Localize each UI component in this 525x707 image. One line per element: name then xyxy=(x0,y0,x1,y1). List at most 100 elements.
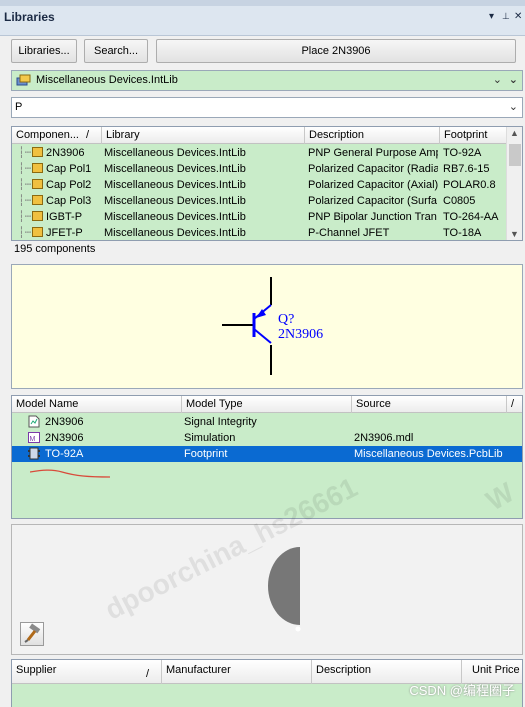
transistor-symbol: Q? 2N3906 xyxy=(222,277,323,375)
component-row[interactable]: ┆┄ Cap Pol2 Miscellaneous Devices.IntLib Po… xyxy=(12,177,522,193)
csdn-watermark: CSDN @编程圈子 xyxy=(409,683,515,698)
scroll-thumb[interactable] xyxy=(509,144,521,166)
pin-icon[interactable]: ⊥ xyxy=(502,11,510,22)
component-icon xyxy=(32,225,46,240)
component-footprint: TO-92A xyxy=(443,147,482,159)
component-row[interactable]: ┆┄ Cap Pol3 Miscellaneous Devices.IntLib Po… xyxy=(12,193,522,209)
component-icon xyxy=(32,161,46,177)
component-name: Cap Pol1 xyxy=(46,163,92,175)
col-sort-icon-supplier[interactable]: / xyxy=(142,660,162,684)
col-model-name[interactable]: Model Name xyxy=(12,396,182,413)
col-source[interactable]: Source xyxy=(352,396,507,413)
component-row[interactable]: ┆┄ IGBT-P Miscellaneous Devices.IntLib PNP … xyxy=(12,209,522,225)
component-footprint: TO-264-AA xyxy=(443,211,499,223)
models-grid[interactable]: Model Name Model Type Source / 2N3906 Sig… xyxy=(11,395,523,519)
panel-title: Libraries xyxy=(4,10,55,24)
model-row[interactable]: M 2N3906 Simulation 2N3906.mdl xyxy=(12,430,522,446)
hammer-icon xyxy=(24,623,41,643)
component-library: Miscellaneous Devices.IntLib xyxy=(104,195,246,207)
filter-value: P xyxy=(15,101,23,113)
component-name: JFET-P xyxy=(46,227,83,239)
libraries-button[interactable]: Libraries... xyxy=(11,39,77,63)
comment-label: 2N3906 xyxy=(278,327,323,342)
component-description: Polarized Capacitor (Axial) xyxy=(308,179,438,191)
model-name: 2N3906 xyxy=(45,416,84,428)
tree-line: ┆┄ xyxy=(18,179,32,191)
col-sort-icon-models[interactable]: / xyxy=(507,396,522,413)
close-icon[interactable]: ✕ xyxy=(514,11,522,22)
model-name: 2N3906 xyxy=(45,432,84,444)
component-icon xyxy=(32,177,46,193)
library-selector[interactable]: Miscellaneous Devices.IntLib ⌄ ⌄ xyxy=(11,70,523,91)
filter-dropdown-icon[interactable]: ⌄ xyxy=(509,100,518,113)
model-type: Signal Integrity xyxy=(184,416,257,428)
component-footprint: RB7.6-15 xyxy=(443,163,490,175)
component-library: Miscellaneous Devices.IntLib xyxy=(104,227,246,239)
tree-line: ┆┄ xyxy=(18,211,32,223)
library-icon xyxy=(16,74,32,89)
model-row[interactable]: TO-92A Footprint Miscellaneous Devices.Pcb… xyxy=(12,446,522,462)
tree-line: ┆┄ xyxy=(18,147,32,159)
model-name: TO-92A xyxy=(45,448,84,460)
library-selector-value: Miscellaneous Devices.IntLib xyxy=(36,74,178,86)
col-model-type[interactable]: Model Type xyxy=(182,396,352,413)
model-type: Footprint xyxy=(184,448,228,460)
component-description: Polarized Capacitor (Radia xyxy=(308,163,438,175)
col-description[interactable]: Description xyxy=(305,127,440,144)
components-header: Componen... / Library Description Footpr… xyxy=(12,127,522,144)
designator-label: Q? xyxy=(278,312,294,327)
col-footprint[interactable]: Footprint xyxy=(440,127,508,144)
tree-line: ┆┄ xyxy=(18,227,32,239)
library-dropdown-icon[interactable]: ⌄ xyxy=(493,73,502,86)
panel-menu-icon[interactable]: ▾ xyxy=(489,11,494,22)
component-footprint: POLAR0.8 xyxy=(443,179,496,191)
component-library: Miscellaneous Devices.IntLib xyxy=(104,163,246,175)
components-scrollbar[interactable]: ▲ ▼ xyxy=(506,127,522,240)
component-icon xyxy=(32,193,46,209)
footprint-icon xyxy=(28,447,42,465)
filter-input[interactable]: P ⌄ xyxy=(11,97,523,118)
red-underline-mark xyxy=(30,469,111,478)
tree-line: ┆┄ xyxy=(18,195,32,207)
models-header: Model Name Model Type Source / xyxy=(12,396,522,413)
model-row[interactable]: 2N3906 Signal Integrity xyxy=(12,414,522,430)
component-name: IGBT-P xyxy=(46,211,83,223)
model-type: Simulation xyxy=(184,432,236,444)
col-sort-icon[interactable]: / xyxy=(84,127,102,144)
model-source: Miscellaneous Devices.PcbLib xyxy=(354,448,503,460)
watermark-fragment: W xyxy=(480,476,520,517)
component-name: Cap Pol2 xyxy=(46,179,92,191)
component-row[interactable]: ┆┄ JFET-P Miscellaneous Devices.IntLib P-Ch… xyxy=(12,225,522,240)
scroll-down-icon[interactable]: ▼ xyxy=(510,229,519,239)
components-grid[interactable]: Componen... / Library Description Footpr… xyxy=(11,126,523,241)
svg-text:M: M xyxy=(30,436,36,443)
search-button[interactable]: Search... xyxy=(84,39,148,63)
component-description: P-Channel JFET xyxy=(308,227,390,239)
place-button[interactable]: Place 2N3906 xyxy=(156,39,516,63)
library-menu-icon[interactable]: ⌄ xyxy=(509,73,518,86)
col-supplier[interactable]: Supplier xyxy=(12,660,162,684)
component-library: Miscellaneous Devices.IntLib xyxy=(104,211,246,223)
component-footprint: TO-18A xyxy=(443,227,482,239)
hammer-tool-button[interactable] xyxy=(20,622,44,646)
component-description: Polarized Capacitor (Surfa xyxy=(308,195,438,207)
component-description: PNP Bipolar Junction Tran xyxy=(308,211,437,223)
schematic-preview: Q? 2N3906 xyxy=(11,264,523,389)
component-row[interactable]: ┆┄ Cap Pol1 Miscellaneous Devices.IntLib Po… xyxy=(12,161,522,177)
col-manufacturer[interactable]: Manufacturer xyxy=(162,660,312,684)
col-library[interactable]: Library xyxy=(102,127,305,144)
component-description: PNP General Purpose Amp xyxy=(308,147,438,159)
panel-titlebar: Libraries ▾ ⊥ ✕ xyxy=(0,0,525,36)
component-icon xyxy=(32,145,46,161)
model-source: 2N3906.mdl xyxy=(354,432,414,444)
component-library: Miscellaneous Devices.IntLib xyxy=(104,147,246,159)
component-row[interactable]: ┆┄ 2N3906 Miscellaneous Devices.IntLib PNP … xyxy=(12,145,522,161)
component-library: Miscellaneous Devices.IntLib xyxy=(104,179,246,191)
component-name: Cap Pol3 xyxy=(46,195,92,207)
component-footprint: C0805 xyxy=(443,195,476,207)
component-count: 195 components xyxy=(14,243,96,255)
component-icon xyxy=(32,209,46,225)
component-name: 2N3906 xyxy=(46,147,85,159)
scroll-up-icon[interactable]: ▲ xyxy=(510,128,519,138)
tree-line: ┆┄ xyxy=(18,163,32,175)
